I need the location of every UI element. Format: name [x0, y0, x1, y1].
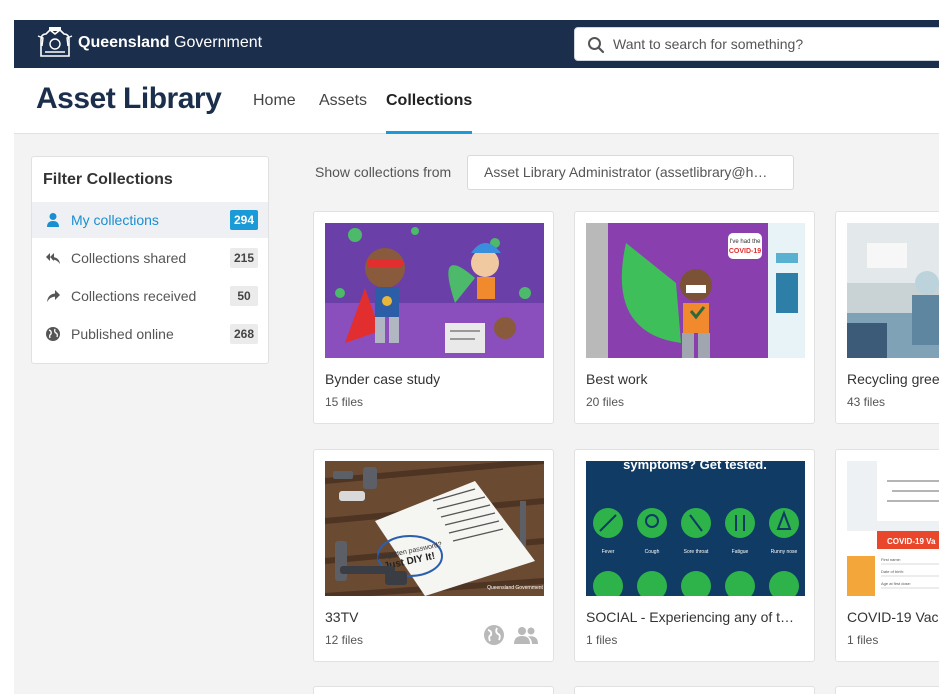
filter-label: Published online: [71, 326, 174, 342]
form-field-label: First name:: [881, 557, 901, 562]
collection-file-count: 20 files: [586, 395, 625, 409]
filter-count: 215: [229, 248, 258, 268]
vaccination-banner-text: COVID-19 Va: [887, 537, 936, 546]
filter-label: My collections: [71, 212, 159, 228]
badge-top-text: I've had the: [730, 239, 761, 245]
collection-status-icons: [483, 624, 539, 646]
superhero-kids-illustration: [325, 223, 544, 358]
collection-card[interactable]: COVID-19 Va First name: Date of birth: A…: [835, 449, 939, 662]
nav-active-indicator: [386, 131, 472, 134]
covid-symptoms-graphic: symptoms? Get tested. Fever Cough Sore t…: [586, 461, 805, 596]
collection-card[interactable]: Recycling gree 43 files: [835, 211, 939, 424]
symptom-label: Fever: [602, 549, 615, 555]
filter-heading: Filter Collections: [43, 171, 173, 188]
qld-watermark: Queensland Government: [487, 585, 543, 591]
nav-collections[interactable]: Collections: [386, 92, 472, 110]
social-header-text: symptoms? Get tested.: [623, 461, 767, 472]
collection-card[interactable]: I've had the COVID-19 Best work 20 files: [574, 211, 815, 424]
show-from-label: Show collections from: [315, 164, 452, 180]
government-name-bold: Queensland: [78, 34, 170, 51]
symptom-label: Runny nose: [771, 549, 798, 555]
collection-file-count: 1 files: [586, 633, 618, 647]
symptom-label: Sore throat: [684, 549, 709, 555]
page: Queensland Government Asset Library Home…: [14, 0, 939, 694]
filter-my-collections[interactable]: My collections 294: [32, 202, 268, 238]
filter-collections-received[interactable]: Collections received 50: [32, 278, 268, 314]
collection-thumbnail: Forgotten password? Just DIY It! Queensl…: [325, 461, 544, 596]
top-strip: [14, 0, 939, 20]
collection-file-count: 1 files: [847, 633, 879, 647]
collection-file-count: 43 files: [847, 395, 886, 409]
collection-card[interactable]: [835, 686, 939, 694]
collection-file-count: 15 files: [325, 395, 364, 409]
search-input[interactable]: [613, 32, 933, 56]
collection-thumbnail: symptoms? Get tested. Fever Cough Sore t…: [586, 461, 805, 596]
app-navigation: Asset Library Home Assets Collections: [14, 68, 939, 134]
share-icon: [47, 290, 60, 302]
search-icon: [588, 37, 605, 54]
collection-file-count: 12 files: [325, 633, 364, 647]
form-field-label: Date of birth:: [881, 569, 904, 574]
queensland-crest-icon[interactable]: [36, 26, 74, 60]
filter-panel: Filter Collections My collections 294 Co…: [31, 156, 269, 364]
collection-thumbnail: I've had the COVID-19: [586, 223, 805, 358]
collection-thumbnail: COVID-19 Va First name: Date of birth: A…: [847, 461, 939, 596]
filter-label: Collections shared: [71, 250, 187, 266]
filter-count: 294: [229, 210, 258, 230]
form-field-label: Age at first dose:: [881, 581, 911, 586]
filter-label: Collections received: [71, 288, 197, 304]
search-box[interactable]: [574, 27, 939, 61]
filter-published-online[interactable]: Published online 268: [32, 316, 268, 352]
collection-title: 33TV: [325, 609, 359, 625]
collection-card[interactable]: Forgotten password? Just DIY It! Queensl…: [313, 449, 554, 662]
filter-collections-shared[interactable]: Collections shared 215: [32, 240, 268, 276]
covid-hero-kid-illustration: I've had the COVID-19: [586, 223, 805, 358]
symptom-label: Cough: [645, 549, 660, 555]
people-icon: [514, 627, 538, 644]
app-title[interactable]: Asset Library: [36, 82, 222, 116]
collection-title: SOCIAL - Experiencing any of t…: [586, 609, 795, 625]
reply-all-icon: [46, 253, 60, 264]
collection-title: Recycling gree: [847, 371, 939, 387]
collection-card[interactable]: symptoms? Get tested. Fever Cough Sore t…: [574, 449, 815, 662]
filter-count: 268: [229, 324, 258, 344]
globe-icon: [46, 327, 60, 341]
government-name-rest: Government: [169, 34, 263, 51]
globe-icon: [484, 625, 504, 645]
government-name[interactable]: Queensland Government: [78, 34, 262, 52]
collection-title: Best work: [586, 371, 648, 387]
collection-thumbnail: [847, 223, 939, 358]
filter-count: 50: [230, 286, 258, 306]
collection-title: Bynder case study: [325, 371, 441, 387]
collection-title: COVID-19 Vacc: [847, 609, 939, 625]
badge-main-text: COVID-19: [729, 248, 761, 255]
collection-thumbnail: [325, 223, 544, 358]
vaccination-form-graphic: COVID-19 Va First name: Date of birth: A…: [847, 461, 939, 596]
nav-home[interactable]: Home: [253, 92, 296, 110]
collection-card[interactable]: [574, 686, 815, 694]
symptom-label: Fatigue: [732, 549, 749, 555]
diy-password-photo: Forgotten password? Just DIY It! Queensl…: [325, 461, 544, 596]
collection-card[interactable]: Bynder case study 15 files: [313, 211, 554, 424]
user-icon: [47, 213, 59, 227]
government-header: Queensland Government: [14, 20, 939, 68]
owner-select[interactable]: Asset Library Administrator (assetlibrar…: [467, 155, 794, 190]
collection-card[interactable]: [313, 686, 554, 694]
nav-assets[interactable]: Assets: [319, 92, 367, 110]
hospital-scene-photo: [847, 223, 939, 358]
